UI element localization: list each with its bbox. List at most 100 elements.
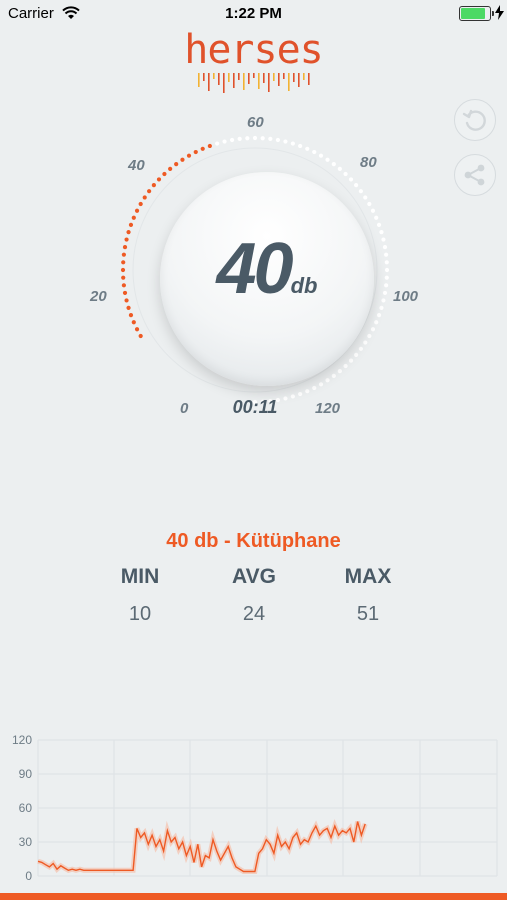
gauge-dot-active xyxy=(131,320,136,325)
gauge-dot xyxy=(252,135,258,141)
scale-label-100: 100 xyxy=(393,288,419,305)
gauge-dot xyxy=(331,162,336,167)
gauge-dot xyxy=(312,149,317,155)
logo-bar xyxy=(263,73,265,83)
gauge-dot xyxy=(343,363,348,369)
gauge-knob: 40db xyxy=(160,172,374,386)
gauge-dot xyxy=(384,283,389,288)
gauge-dot xyxy=(337,369,342,374)
gauge-dot xyxy=(354,352,359,357)
logo-bar xyxy=(298,73,300,87)
gauge-dot xyxy=(382,290,388,296)
y-tick-label: 90 xyxy=(19,767,33,781)
share-icon xyxy=(464,164,485,186)
logo-level-bars xyxy=(198,73,310,93)
gauge-dot-active xyxy=(124,237,129,242)
refresh-icon xyxy=(462,109,486,131)
gauge-dot-active xyxy=(180,157,185,162)
gauge-dot xyxy=(376,222,382,227)
gauge-dot xyxy=(343,171,348,177)
gauge-dot-active xyxy=(120,267,126,273)
gauge-dot xyxy=(379,230,384,235)
avg-label: AVG xyxy=(232,565,276,588)
gauge-dot xyxy=(363,340,368,345)
gauge-dot-active xyxy=(121,283,126,288)
reading-value: 40 xyxy=(216,229,294,309)
gauge-dot-active xyxy=(126,305,131,310)
logo-bar xyxy=(223,73,225,93)
gauge-dot xyxy=(384,260,389,265)
gauge-dot-active xyxy=(134,208,140,213)
logo-bar xyxy=(238,73,240,80)
status-bar: Carrier 1:22 PM xyxy=(0,0,507,28)
scale-label-20: 20 xyxy=(90,288,107,305)
gauge-dot-active xyxy=(186,153,192,158)
logo-bar xyxy=(303,73,305,80)
gauge-dot xyxy=(318,153,324,158)
gauge-dot-active xyxy=(134,327,140,332)
gauge-dot-active xyxy=(138,333,143,339)
logo-text: herses xyxy=(184,27,323,73)
gauge-dot xyxy=(379,305,384,310)
gauge-dot xyxy=(348,177,354,182)
status-time: 1:22 PM xyxy=(225,5,282,22)
logo-bar xyxy=(268,73,270,92)
gauge-dot-active xyxy=(207,143,212,149)
history-chart: 120 90 60 30 0 xyxy=(12,733,498,883)
scale-label-0: 0 xyxy=(180,400,189,417)
gauge-dot xyxy=(348,358,354,363)
charging-icon xyxy=(495,5,504,20)
gauge-dot xyxy=(370,327,376,332)
logo-bar xyxy=(218,73,220,85)
avg-value: 24 xyxy=(242,603,266,625)
gauge-dot xyxy=(290,394,295,399)
gauge-dot xyxy=(283,139,288,144)
scale-label-40: 40 xyxy=(128,157,145,174)
gauge-dot-active xyxy=(121,252,126,257)
gauge-dot xyxy=(374,215,379,220)
logo-bar xyxy=(278,73,280,86)
y-tick-label: 120 xyxy=(12,733,32,747)
scale-label-60: 60 xyxy=(247,114,264,131)
gauge-dot xyxy=(222,139,227,144)
refresh-button[interactable] xyxy=(454,99,496,141)
elapsed-timer: 00:11 xyxy=(232,397,278,417)
gauge-dot xyxy=(312,385,317,391)
gauge-dot xyxy=(384,252,389,257)
gauge-dot xyxy=(384,275,389,280)
max-label: MAX xyxy=(344,565,392,588)
gauge-dot xyxy=(305,389,310,394)
logo-bar xyxy=(253,73,255,78)
gauge-dot xyxy=(325,157,330,162)
gauge-dot xyxy=(215,141,220,146)
logo-bar xyxy=(273,73,275,81)
gauge-dot-active xyxy=(122,244,128,250)
gauge-dot-active xyxy=(138,201,143,207)
share-button[interactable] xyxy=(454,154,496,196)
gauge-dot xyxy=(318,382,324,387)
gauge-dot xyxy=(245,136,250,141)
gauge-dot xyxy=(290,141,295,146)
logo-bar xyxy=(248,73,250,84)
gauge-dot-active xyxy=(126,230,131,235)
logo-bar xyxy=(293,73,295,82)
current-reading: 40db xyxy=(160,228,374,310)
logo-bar xyxy=(203,73,205,81)
gauge-dot-active xyxy=(122,290,128,296)
gauge-dot-active xyxy=(174,162,179,167)
max-value: 51 xyxy=(356,603,380,625)
logo-bar xyxy=(308,73,310,85)
y-tick-label: 60 xyxy=(19,801,33,815)
gauge-dot xyxy=(229,137,235,143)
y-tick-label: 0 xyxy=(25,869,32,883)
gauge-dot-active xyxy=(131,215,136,220)
logo-bar xyxy=(258,73,260,89)
reading-unit: db xyxy=(290,273,318,298)
logo-bar xyxy=(208,73,210,91)
battery-icon xyxy=(459,6,494,21)
scale-label-80: 80 xyxy=(360,154,377,171)
min-value: 10 xyxy=(128,603,152,625)
max-stat: MAX 51 xyxy=(308,565,428,626)
gauge-dot xyxy=(384,267,390,273)
logo-bar xyxy=(283,73,285,79)
